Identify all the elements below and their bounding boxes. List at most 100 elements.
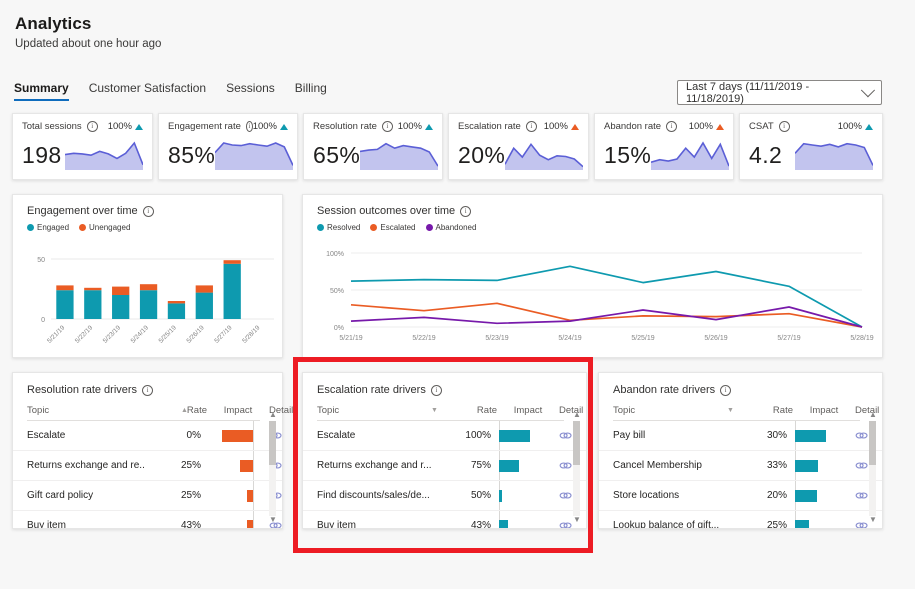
link-icon[interactable]	[855, 430, 868, 441]
column-header-topic[interactable]: Topic	[613, 405, 731, 416]
scroll-down-icon[interactable]: ▼	[869, 516, 877, 524]
scroll-up-icon[interactable]: ▲	[269, 411, 277, 419]
svg-text:5/22/19: 5/22/19	[74, 324, 95, 345]
table-scrollbar[interactable]: ▲ ▼	[868, 411, 877, 524]
table-row[interactable]: Buy item 43%	[13, 511, 282, 528]
kpi-card-abandon-rate[interactable]: Abandon rate i 100% 15%	[594, 113, 734, 180]
table-row[interactable]: Returns exchange and re... 25%	[13, 451, 282, 481]
legend-item-resolved[interactable]: Resolved	[317, 223, 360, 232]
link-icon[interactable]	[559, 490, 572, 501]
kpi-card-csat[interactable]: CSAT i 100% 4.2	[739, 113, 883, 180]
sort-asc-icon[interactable]: ▲	[181, 407, 188, 414]
scrollbar-thumb[interactable]	[869, 421, 876, 465]
row-rate: 25%	[766, 520, 787, 528]
scroll-down-icon[interactable]: ▼	[269, 516, 277, 524]
column-header-rate[interactable]: Rate	[145, 405, 207, 416]
column-header-rate[interactable]: Rate	[731, 405, 793, 416]
row-rate: 0%	[186, 430, 201, 441]
column-header-topic[interactable]: Topic	[317, 405, 435, 416]
page-subtitle: Updated about one hour ago	[15, 38, 162, 50]
svg-text:5/28/19: 5/28/19	[850, 335, 873, 342]
table-row[interactable]: Gift card policy 25%	[13, 481, 282, 511]
kpi-card-total-sessions[interactable]: Total sessions i 100% 198	[12, 113, 153, 180]
tab-summary[interactable]: Summary	[14, 81, 69, 101]
column-header-impact[interactable]: Impact	[793, 405, 855, 416]
link-icon[interactable]	[855, 460, 868, 471]
info-icon[interactable]: i	[381, 121, 393, 132]
tab-sessions[interactable]: Sessions	[226, 81, 275, 101]
scrollbar-thumb[interactable]	[269, 421, 276, 465]
kpi-card-escalation-rate[interactable]: Escalation rate i 100% 20%	[448, 113, 589, 180]
link-icon[interactable]	[559, 520, 572, 528]
table-row[interactable]: Buy item 43%	[303, 511, 586, 528]
link-icon[interactable]	[559, 460, 572, 471]
engagement-over-time-chart: 0 50 5/21/19 5/22/19 5/23/19 5/24/19 5/25/19 5/…	[37, 257, 274, 345]
link-icon[interactable]	[855, 490, 868, 501]
table-row[interactable]: Store locations 20%	[599, 481, 882, 511]
sort-desc-icon[interactable]: ▼	[431, 407, 438, 414]
table-body: Escalate 100% Returns exchange and r... 75%…	[303, 421, 586, 528]
info-icon[interactable]: i	[460, 205, 472, 217]
legend-swatch	[370, 224, 378, 231]
kpi-delta-value: 100%	[688, 121, 713, 132]
table-row[interactable]: Returns exchange and r... 75%	[303, 451, 586, 481]
trend-up-icon	[135, 123, 143, 130]
legend-label: Escalated	[380, 223, 416, 232]
scroll-down-icon[interactable]: ▼	[573, 516, 581, 524]
table-row[interactable]: Cancel Membership 33%	[599, 451, 882, 481]
tab-billing[interactable]: Billing	[295, 81, 327, 101]
table-row[interactable]: Lookup balance of gift... 25%	[599, 511, 882, 528]
legend-item-engaged[interactable]: Engaged	[27, 223, 69, 232]
info-icon[interactable]: i	[720, 384, 732, 396]
info-icon[interactable]: i	[430, 384, 442, 396]
tab-customer-satisfaction[interactable]: Customer Satisfaction	[89, 81, 206, 101]
row-topic: Buy item	[317, 520, 356, 528]
svg-text:5/27/19: 5/27/19	[777, 335, 800, 342]
info-icon[interactable]: i	[142, 205, 154, 217]
column-header-impact[interactable]: Impact	[207, 405, 269, 416]
info-icon[interactable]: i	[86, 121, 98, 132]
kpi-sparkline	[504, 134, 584, 172]
legend-item-abandoned[interactable]: Abandoned	[425, 223, 476, 232]
impact-axis	[252, 511, 254, 528]
kpi-card-engagement-rate[interactable]: Engagement rate i 100% 85%	[158, 113, 298, 180]
link-icon[interactable]	[855, 520, 868, 528]
link-icon[interactable]	[559, 430, 572, 441]
date-range-picker[interactable]: Last 7 days (11/11/2019 - 11/18/2019)	[677, 80, 882, 105]
table-row[interactable]: Escalate 100%	[303, 421, 586, 451]
sort-desc-icon[interactable]: ▼	[727, 407, 734, 414]
table-row[interactable]: Find discounts/sales/de... 50%	[303, 481, 586, 511]
info-icon[interactable]: i	[142, 384, 154, 396]
session-outcomes-chart: 0% 50% 100% 5/21/19 5/22/19 5/23/19 5/24/19 5/2…	[326, 251, 874, 342]
column-header-rate[interactable]: Rate	[435, 405, 497, 416]
table-body: Escalate 0% Returns exchange and re... 25% G…	[13, 421, 282, 528]
svg-text:5/21/19: 5/21/19	[46, 324, 67, 345]
info-icon[interactable]: i	[666, 121, 678, 132]
row-rate: 43%	[470, 520, 491, 528]
row-rate: 25%	[180, 490, 201, 501]
info-icon[interactable]: i	[245, 121, 253, 132]
row-impact	[497, 511, 559, 528]
table-row[interactable]: Pay bill 30%	[599, 421, 882, 451]
kpi-value: 65%	[313, 142, 361, 168]
table-scrollbar[interactable]: ▲ ▼	[572, 411, 581, 524]
scroll-up-icon[interactable]: ▲	[573, 411, 581, 419]
info-icon[interactable]: i	[525, 121, 537, 132]
impact-axis	[252, 451, 254, 480]
row-impact	[793, 421, 855, 450]
session-outcomes-legend: Resolved Escalated Abandoned	[303, 217, 882, 232]
trend-up-icon	[571, 123, 579, 130]
legend-item-escalated[interactable]: Escalated	[370, 223, 416, 232]
scroll-up-icon[interactable]: ▲	[869, 411, 877, 419]
column-header-topic[interactable]: Topic	[27, 405, 145, 416]
table-scrollbar[interactable]: ▲ ▼	[268, 411, 277, 524]
column-header-impact[interactable]: Impact	[497, 405, 559, 416]
page-title: Analytics	[15, 14, 92, 33]
info-icon[interactable]: i	[778, 121, 790, 132]
row-topic: Returns exchange and re...	[27, 460, 145, 471]
legend-item-unengaged[interactable]: Unengaged	[79, 223, 130, 232]
kpi-card-resolution-rate[interactable]: Resolution rate i 100% 65%	[303, 113, 443, 180]
scrollbar-thumb[interactable]	[573, 421, 580, 465]
table-row[interactable]: Escalate 0%	[13, 421, 282, 451]
kpi-body: 198	[13, 132, 152, 172]
